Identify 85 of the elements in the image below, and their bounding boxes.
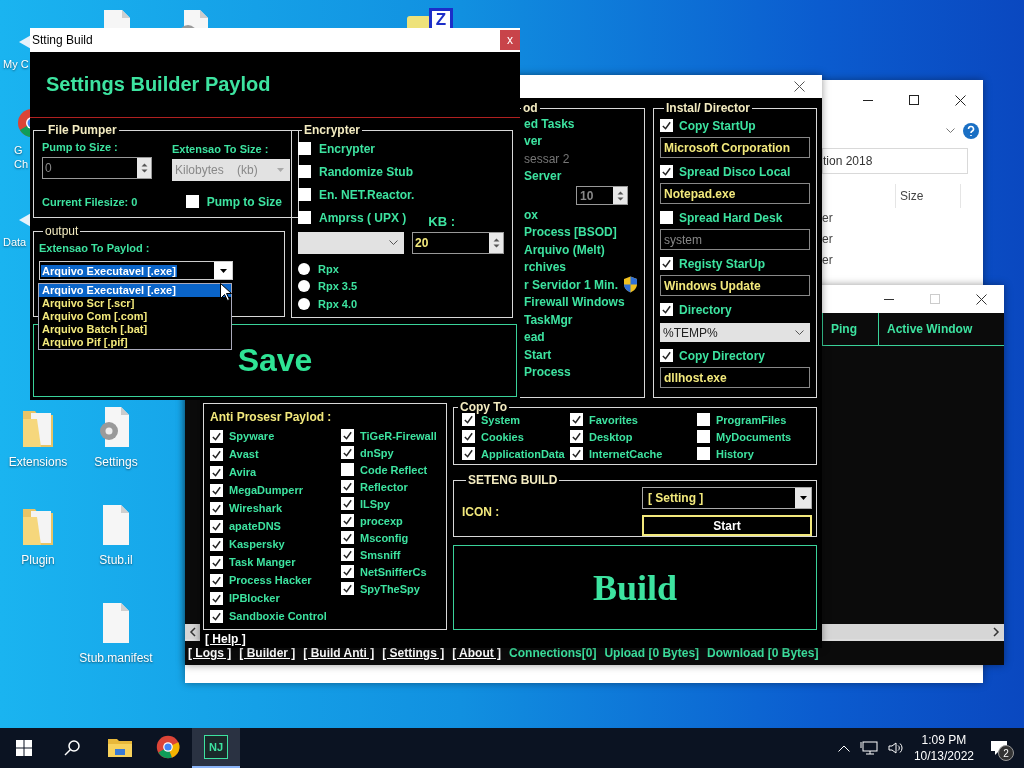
field-label: Pump to Size :: [42, 141, 119, 153]
option-label: sessar 2: [524, 151, 570, 166]
notification-count: 2: [998, 745, 1014, 761]
checkbox-label: dnSpy: [360, 446, 394, 459]
status-text: Upload [0 Bytes]: [604, 646, 700, 660]
option-label: r Servidor 1 Min.: [524, 277, 619, 292]
checkbox-label: Task Manger: [229, 556, 296, 568]
checkbox-label: Desktop: [589, 430, 633, 443]
icon-label: ICON :: [462, 504, 501, 519]
file-type-cell: er: [822, 253, 833, 267]
checkbox-label: Avast: [229, 448, 259, 460]
option-label: ver: [524, 134, 543, 149]
checkbox-label: IPBlocker: [229, 592, 280, 604]
checkbox-label: Copy StartUp: [679, 118, 756, 133]
checkbox-label: MegaDumperr: [229, 484, 303, 496]
desktop-icon-label: Ch: [14, 158, 29, 170]
desktop-icon-label: G: [14, 144, 23, 156]
option-label: Firewall Windows: [524, 295, 625, 310]
checkbox-label: Code Reflect: [360, 463, 428, 476]
option-label: Arquivo (Melt): [524, 242, 605, 257]
checkbox-label: Amprss ( UPX ): [319, 210, 407, 225]
desktop-icon-label: My C: [3, 58, 29, 70]
checkbox-label: ProgramFiles: [716, 413, 787, 426]
group-title: od: [522, 101, 539, 115]
group-title: File Pumper: [47, 123, 118, 137]
checkbox-label: Encrypter: [319, 141, 376, 156]
filesize-text: Current Filesize: 0: [42, 195, 138, 208]
status-text: Download [0 Bytes]: [707, 646, 819, 660]
group-title: Instal/ Director: [665, 101, 752, 115]
checkbox-label: History: [716, 447, 754, 460]
radio-label: Rpx 3.5: [318, 280, 358, 293]
group-title: output: [44, 224, 80, 238]
checkbox-label: Copy Directory: [679, 348, 766, 363]
option-label: Process [BSOD]: [524, 225, 617, 240]
group-title: Anti Prosesr Paylod :: [210, 410, 333, 424]
checkbox-label: Spread Disco Local: [679, 164, 791, 179]
checkbox-label: apateDNS: [229, 520, 281, 532]
file-type-cell: er: [822, 232, 833, 246]
checkbox-label: procexp: [360, 514, 403, 527]
group-title: Encrypter: [303, 124, 362, 137]
checkbox-label: NetSnifferCs: [360, 565, 427, 578]
checkbox-label: Randomize Stub: [319, 164, 413, 179]
option-label: Process: [524, 365, 571, 380]
checkbox-label: ApplicationData: [481, 447, 565, 460]
checkbox-label: Directory: [679, 302, 732, 317]
checkbox-label: ILSpy: [360, 497, 390, 510]
checkbox-label: MyDocuments: [716, 430, 792, 443]
checkbox-label: SpyTheSpy: [360, 582, 420, 595]
status-text: Connections[0]: [509, 646, 597, 660]
file-type-cell: er: [822, 211, 833, 225]
checkbox-label: Avira: [229, 466, 257, 478]
field-label: Extensao To Paylod :: [39, 242, 151, 254]
kb-label: KB :: [428, 214, 456, 229]
radio-label: Rpx: [318, 262, 339, 275]
desktop-icon-label: Data: [3, 236, 27, 248]
checkbox-label: Sandboxie Control: [229, 610, 327, 622]
checkbox-label: Spread Hard Desk: [679, 210, 783, 225]
checkbox-label: Pump to Size: [206, 194, 282, 209]
checkbox-label: Spyware: [229, 430, 275, 442]
radio-label: Rpx 4.0: [318, 297, 358, 310]
checkbox-label: Registy StarUp: [679, 256, 766, 271]
option-label: Server: [524, 169, 562, 184]
checkbox-label: TiGeR-Firewall: [360, 429, 437, 442]
option-label: ed Tasks: [524, 116, 575, 131]
option-label: rchives: [524, 260, 567, 275]
checkbox-label: Cookies: [481, 430, 524, 443]
checkbox-label: Favorites: [589, 413, 638, 426]
option-label: ox: [524, 207, 538, 222]
option-label: ead: [524, 330, 545, 345]
field-label: Extensao To Size :: [172, 143, 270, 155]
checkbox-label: Wireshark: [229, 502, 283, 514]
checkbox-label: Msconfig: [360, 531, 409, 544]
dialog-heading: Settings Builder Paylod: [46, 73, 271, 96]
checkbox-label: Process Hacker: [229, 574, 312, 586]
logo-letter: Z: [434, 11, 448, 29]
option-label: Start: [524, 347, 552, 362]
checkbox-label: Kaspersky: [229, 538, 285, 550]
checkbox-label: En. NET.Reactor.: [319, 187, 415, 202]
checkbox-label: Reflector: [360, 480, 408, 493]
group-title: SETENG BUILD: [467, 473, 559, 487]
checkbox-label: Smsniff: [360, 548, 401, 561]
checkbox-label: System: [481, 413, 521, 426]
option-label: TaskMgr: [524, 312, 573, 327]
window-title: Stting Build: [32, 33, 93, 47]
checkbox-label: InternetCache: [589, 447, 663, 460]
